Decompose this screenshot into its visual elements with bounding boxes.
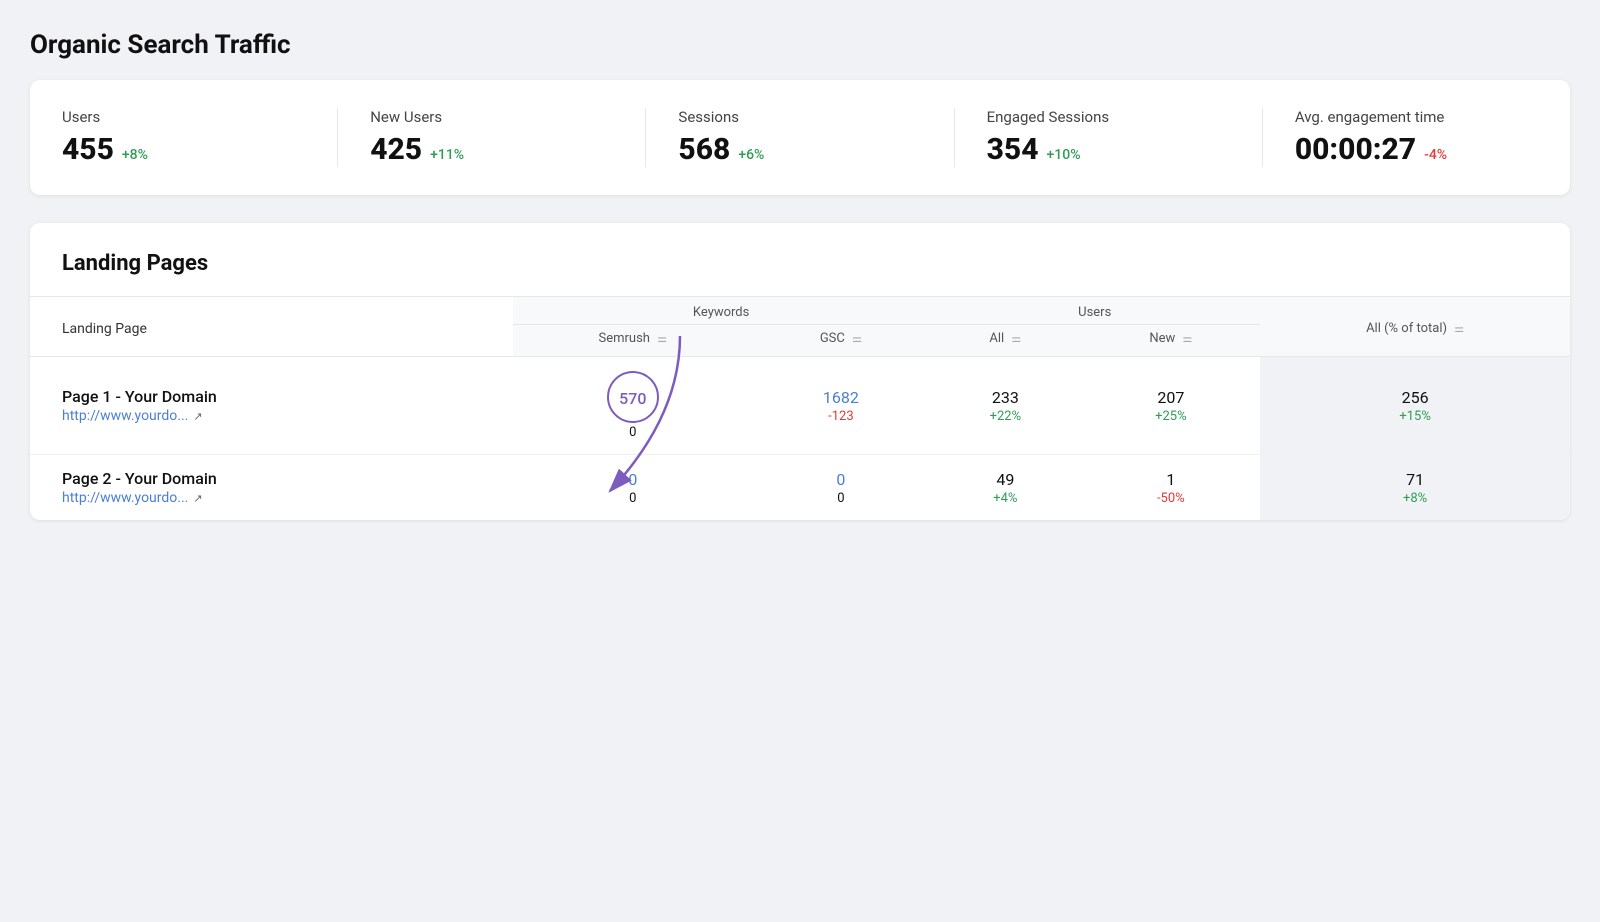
semrush-highlighted-value-1: 570 bbox=[607, 371, 659, 423]
stat-users-label: Users bbox=[62, 108, 305, 126]
stats-card: Users 455 +8% New Users 425 +11% Session… bbox=[30, 80, 1570, 195]
external-link-icon-1: ↗ bbox=[193, 410, 202, 423]
col-landing-page: Landing Page bbox=[30, 297, 513, 357]
col-all: All ⚌ bbox=[929, 325, 1081, 357]
pct-cell-2: 71 +8% bbox=[1260, 455, 1570, 521]
stat-engaged-sessions-change: +10% bbox=[1047, 147, 1081, 163]
stat-engaged-sessions-label: Engaged Sessions bbox=[987, 108, 1230, 126]
stat-sessions-change: +6% bbox=[738, 147, 764, 163]
stat-new-users-change: +11% bbox=[430, 147, 464, 163]
all-filter-icon[interactable]: ⚌ bbox=[1011, 332, 1021, 345]
col-gsc: GSC ⚌ bbox=[753, 325, 930, 357]
stat-sessions-label: Sessions bbox=[678, 108, 921, 126]
new-sub-1: +25% bbox=[1097, 409, 1244, 424]
new-cell-2: 1 -50% bbox=[1081, 455, 1260, 521]
all-pct-filter-icon[interactable]: ⚌ bbox=[1454, 322, 1464, 335]
semrush-filter-icon[interactable]: ⚌ bbox=[657, 332, 667, 345]
stat-sessions: Sessions 568 +6% bbox=[678, 108, 954, 167]
all-main-1: 233 bbox=[945, 388, 1065, 407]
page-name-2: Page 2 - Your Domain bbox=[62, 469, 497, 488]
stat-users-change: +8% bbox=[122, 147, 148, 163]
stat-new-users-label: New Users bbox=[370, 108, 613, 126]
semrush-main-2: 0 bbox=[529, 470, 737, 489]
gsc-cell-2: 0 0 bbox=[753, 455, 930, 521]
stat-engaged-sessions-value: 354 bbox=[987, 132, 1039, 167]
stat-users: Users 455 +8% bbox=[62, 108, 338, 167]
stat-new-users: New Users 425 +11% bbox=[370, 108, 646, 167]
table-row: Page 2 - Your Domain http://www.yourdo..… bbox=[30, 455, 1570, 521]
col-group-users: Users bbox=[929, 297, 1260, 325]
semrush-sub-1: 0 bbox=[529, 425, 737, 440]
pct-main-2: 71 bbox=[1276, 470, 1554, 489]
stat-sessions-value: 568 bbox=[678, 132, 730, 167]
table-header-group-row: Landing Page Keywords Users All (% of to… bbox=[30, 297, 1570, 325]
all-cell-2: 49 +4% bbox=[929, 455, 1081, 521]
col-all-pct-header: All (% of total) ⚌ bbox=[1260, 297, 1570, 357]
gsc-sub-1: -123 bbox=[769, 409, 914, 424]
new-sub-2: -50% bbox=[1097, 491, 1244, 506]
col-new: New ⚌ bbox=[1081, 325, 1260, 357]
stat-avg-engagement-change: -4% bbox=[1424, 147, 1447, 163]
stat-avg-engagement: Avg. engagement time 00:00:27 -4% bbox=[1295, 108, 1538, 167]
stat-avg-engagement-value: 00:00:27 bbox=[1295, 132, 1416, 167]
all-sub-2: +4% bbox=[945, 491, 1065, 506]
landing-table: Landing Page Keywords Users All (% of to… bbox=[30, 296, 1570, 520]
gsc-filter-icon[interactable]: ⚌ bbox=[852, 332, 862, 345]
stat-new-users-value: 425 bbox=[370, 132, 422, 167]
stat-avg-engagement-label: Avg. engagement time bbox=[1295, 108, 1538, 126]
new-cell-1: 207 +25% bbox=[1081, 357, 1260, 455]
new-main-1: 207 bbox=[1097, 388, 1244, 407]
pct-sub-2: +8% bbox=[1276, 491, 1554, 506]
table-row: Page 1 - Your Domain http://www.yourdo..… bbox=[30, 357, 1570, 455]
col-semrush: Semrush ⚌ bbox=[513, 325, 753, 357]
page-url-1[interactable]: http://www.yourdo... ↗ bbox=[62, 408, 497, 424]
semrush-cell-2: 0 0 bbox=[513, 455, 753, 521]
landing-pages-title: Landing Pages bbox=[30, 251, 1570, 296]
pct-sub-1: +15% bbox=[1276, 409, 1554, 424]
page-name-1: Page 1 - Your Domain bbox=[62, 387, 497, 406]
stat-engaged-sessions: Engaged Sessions 354 +10% bbox=[987, 108, 1263, 167]
gsc-main-1: 1682 bbox=[769, 388, 914, 407]
page-cell-1: Page 1 - Your Domain http://www.yourdo..… bbox=[30, 357, 513, 455]
landing-card: Landing Pages Landing Page Keywords User… bbox=[30, 223, 1570, 520]
external-link-icon-2: ↗ bbox=[193, 492, 202, 505]
stat-users-value: 455 bbox=[62, 132, 114, 167]
col-group-keywords: Keywords bbox=[513, 297, 929, 325]
semrush-sub-2: 0 bbox=[529, 491, 737, 506]
gsc-sub-2: 0 bbox=[769, 491, 914, 506]
pct-cell-1: 256 +15% bbox=[1260, 357, 1570, 455]
all-sub-1: +22% bbox=[945, 409, 1065, 424]
new-main-2: 1 bbox=[1097, 470, 1244, 489]
page-title: Organic Search Traffic bbox=[30, 30, 1570, 60]
page-cell-2: Page 2 - Your Domain http://www.yourdo..… bbox=[30, 455, 513, 521]
semrush-cell-1: 570 0 bbox=[513, 357, 753, 455]
pct-main-1: 256 bbox=[1276, 388, 1554, 407]
gsc-cell-1: 1682 -123 bbox=[753, 357, 930, 455]
gsc-main-2: 0 bbox=[769, 470, 914, 489]
new-filter-icon[interactable]: ⚌ bbox=[1182, 332, 1192, 345]
all-cell-1: 233 +22% bbox=[929, 357, 1081, 455]
page-url-2[interactable]: http://www.yourdo... ↗ bbox=[62, 490, 497, 506]
all-main-2: 49 bbox=[945, 470, 1065, 489]
